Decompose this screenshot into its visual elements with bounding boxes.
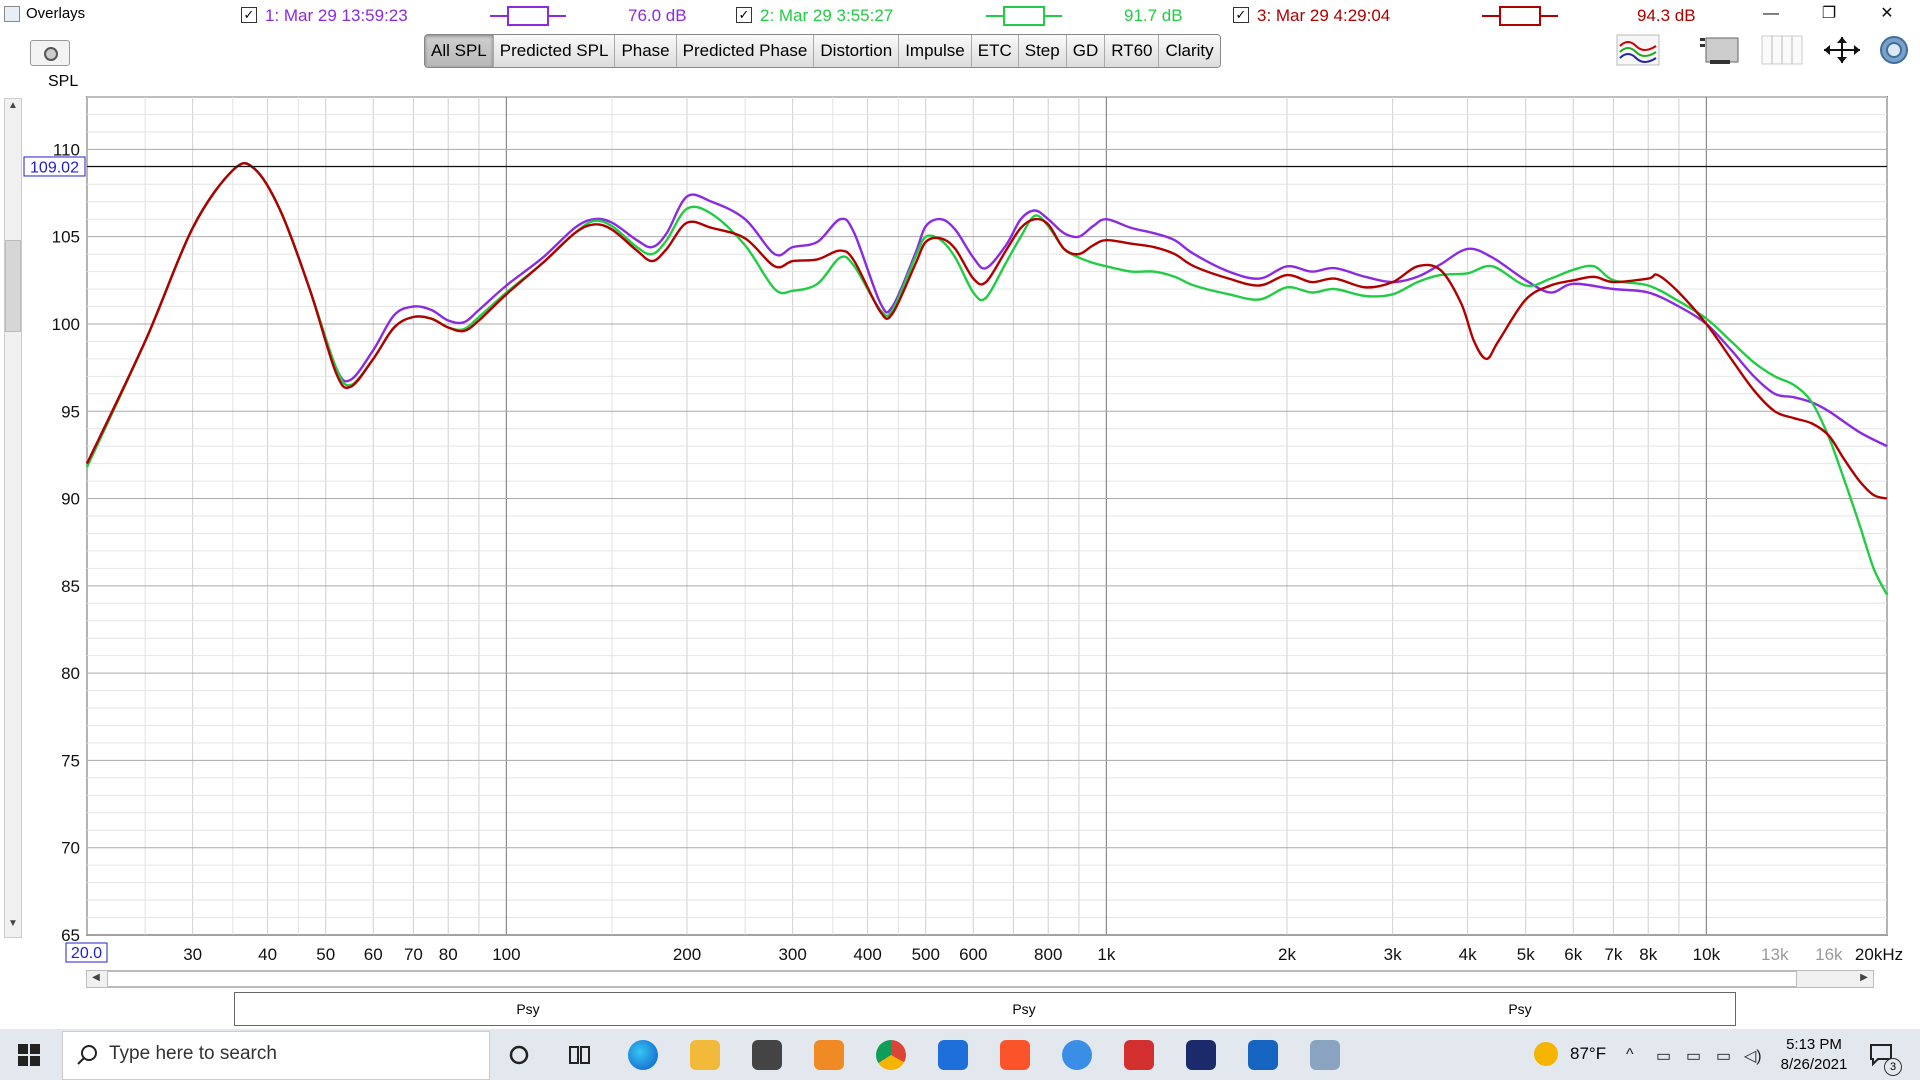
brave-icon[interactable]: [1000, 1040, 1030, 1070]
x-tick-label: 13k: [1761, 945, 1789, 964]
x-tick-label: 50: [316, 945, 335, 964]
x-tick-label: 40: [258, 945, 277, 964]
y-tick-label: 70: [61, 839, 80, 858]
search-icon: [77, 1045, 97, 1065]
y-tick-label: 90: [61, 490, 80, 509]
tray-display-icon[interactable]: ▭: [1716, 1046, 1731, 1066]
trace-3-checkbox[interactable]: ✓: [1233, 7, 1249, 23]
weather-sun-icon[interactable]: [1534, 1042, 1558, 1066]
trace-2-smoothing[interactable]: Psy: [1008, 1001, 1040, 1017]
x-tick-label: 400: [853, 945, 881, 964]
app-tool-icon[interactable]: [1310, 1040, 1340, 1070]
x-tick-label: 5k: [1517, 945, 1535, 964]
x-tick-label: 20kHz: [1855, 945, 1903, 964]
x-tick-label: 100: [492, 945, 520, 964]
x-tick-label: 500: [912, 945, 940, 964]
x-tick-label: 4k: [1459, 945, 1477, 964]
trace-2-label: 2: Mar 29 3:55:27: [760, 6, 894, 25]
qbittorrent-icon[interactable]: [1062, 1040, 1092, 1070]
y-tick-label: 100: [52, 315, 80, 334]
x-tick-label: 60: [364, 945, 383, 964]
x-tick-label: 600: [959, 945, 987, 964]
x-tick-label: 1k: [1097, 945, 1115, 964]
mail-icon[interactable]: [938, 1040, 968, 1070]
trace-2-line-sample: [986, 6, 1062, 26]
x-tick-label: 300: [778, 945, 806, 964]
weather-temperature[interactable]: 87°F: [1570, 1044, 1606, 1064]
trace-2-value: 91.7 dB: [1124, 6, 1183, 25]
search-placeholder[interactable]: Type here to search: [109, 1043, 277, 1065]
windows-start-icon[interactable]: [18, 1044, 40, 1066]
x-tick-label: 2k: [1278, 945, 1296, 964]
trace-1-checkbox[interactable]: ✓: [241, 7, 257, 23]
chrome-icon[interactable]: [876, 1040, 906, 1070]
y-tick-label: 95: [61, 402, 80, 421]
tray-battery-icon[interactable]: ▭: [1686, 1046, 1701, 1066]
x-tick-label: 10k: [1693, 945, 1721, 964]
file-explorer-icon[interactable]: [690, 1040, 720, 1070]
task-view-icon[interactable]: [568, 1044, 592, 1066]
photos-icon[interactable]: [1248, 1040, 1278, 1070]
tray-network-icon[interactable]: ▭: [1656, 1046, 1671, 1066]
clock-date: 8/26/2021: [1780, 1056, 1848, 1073]
y-tick-label: 65: [61, 926, 80, 945]
cursor-value-label: 109.02: [30, 159, 79, 176]
x-tick-label: 16k: [1815, 945, 1843, 964]
y-tick-label: 85: [61, 577, 80, 596]
x-tick-label: 6k: [1564, 945, 1582, 964]
x-tick-label: 30: [183, 945, 202, 964]
notification-count-badge: 3: [1884, 1058, 1902, 1076]
trace-1-label: 1: Mar 29 13:59:23: [265, 6, 408, 25]
clock-time: 5:13 PM: [1786, 1036, 1842, 1053]
trace-3-smoothing[interactable]: Psy: [1504, 1001, 1536, 1017]
x-tick-label: 7k: [1604, 945, 1622, 964]
x-tick-label: 3k: [1384, 945, 1402, 964]
media-player-icon[interactable]: [814, 1040, 844, 1070]
x-tick-label: 800: [1034, 945, 1062, 964]
trace-1-line-sample: [490, 6, 566, 26]
tray-volume-icon[interactable]: ◁): [1744, 1046, 1762, 1066]
x-start-label: 20.0: [71, 945, 102, 962]
x-tick-label: 200: [673, 945, 701, 964]
trace-1-smoothing[interactable]: Psy: [512, 1001, 544, 1017]
rew-icon[interactable]: [1186, 1040, 1216, 1070]
y-tick-label: 80: [61, 664, 80, 683]
trace-1-value: 76.0 dB: [628, 6, 687, 25]
x-tick-label: 80: [439, 945, 458, 964]
trace-3-line-sample: [1482, 6, 1558, 26]
edge-icon[interactable]: [628, 1040, 658, 1070]
app-red-icon[interactable]: [1124, 1040, 1154, 1070]
spl-overlay-chart[interactable]: 65707580859095100105110 30 40 50 60 70 80 100 2…: [0, 0, 1920, 1000]
taskbar-clock[interactable]: 5:13 PM 8/26/2021: [1774, 1035, 1854, 1075]
x-tick-label: 70: [404, 945, 423, 964]
cortana-icon[interactable]: [508, 1044, 530, 1066]
y-tick-label: 75: [61, 751, 80, 770]
y-tick-label: 105: [52, 228, 80, 247]
trace-3-value: 94.3 dB: [1637, 6, 1696, 25]
x-tick-label: 8k: [1639, 945, 1657, 964]
trace-3-label: 3: Mar 29 4:29:04: [1257, 6, 1391, 25]
trace-2-checkbox[interactable]: ✓: [736, 7, 752, 23]
tray-chevron-icon[interactable]: ^: [1626, 1046, 1634, 1064]
store-icon[interactable]: [752, 1040, 782, 1070]
